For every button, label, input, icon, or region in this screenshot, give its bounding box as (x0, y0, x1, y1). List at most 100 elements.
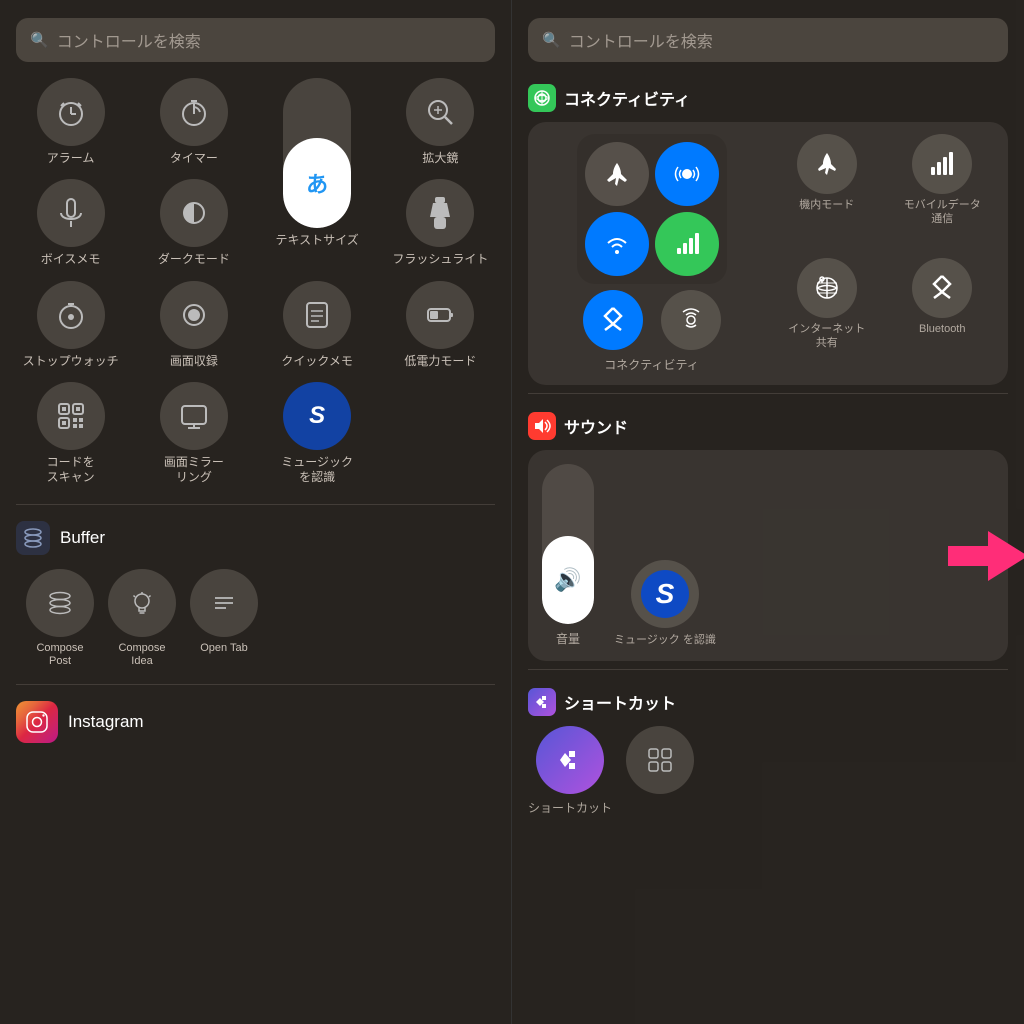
search-icon-right: 🔍 (542, 31, 561, 49)
shortcuts-app-circle (536, 726, 604, 794)
shortcuts-app-item[interactable]: ショートカット (528, 726, 612, 816)
buffer-section: Buffer ComposePost (0, 513, 511, 676)
magnifier-control[interactable]: 拡大鏡 (386, 78, 495, 165)
timer-label: タイマー (170, 151, 218, 165)
pink-arrow (948, 531, 1024, 581)
divider-right-1 (528, 393, 1008, 394)
mirror-control[interactable]: 画面ミラーリング (139, 382, 248, 484)
magnifier-icon-circle (406, 78, 474, 146)
instagram-header: Instagram (16, 701, 495, 743)
scan-code-label: コードをスキャン (47, 455, 95, 484)
shazam-label: ミュージック を認識 (614, 633, 716, 647)
hotspot-inner-btn[interactable] (661, 290, 721, 350)
shortcuts-header: ショートカット (512, 678, 1024, 722)
shortcuts-section-icon (528, 688, 556, 716)
airdrop-btn[interactable] (655, 142, 719, 206)
voice-memo-control[interactable]: ボイスメモ (16, 179, 125, 266)
mirror-label: 画面ミラーリング (164, 455, 224, 484)
connectivity-section-icon (528, 84, 556, 112)
volume-fill: 🔊 (542, 536, 594, 624)
search-icon: 🔍 (30, 31, 49, 49)
mirror-icon-circle (160, 382, 228, 450)
compose-idea-action[interactable]: ComposeIdea (108, 569, 176, 668)
bluetooth-inner-btn[interactable] (583, 290, 643, 350)
volume-slider-track[interactable]: 🔊 (542, 464, 594, 624)
shortcuts-scan-item[interactable] (626, 726, 694, 816)
internet-share-label: インターネット共有 (788, 322, 865, 351)
sound-widget: 🔊 音量 S ミュージック を認識 (528, 450, 1008, 661)
dark-mode-control[interactable]: ダークモード (139, 179, 248, 266)
connectivity-title: コネクティビティ (564, 86, 690, 110)
compose-post-label: ComposePost (36, 642, 83, 668)
volume-icon: 🔊 (554, 567, 581, 593)
divider-1 (16, 504, 495, 505)
alarm-control[interactable]: アラーム (16, 78, 125, 165)
shazam-logo: S (641, 570, 689, 618)
text-size-icon: あ (306, 167, 328, 199)
search-placeholder-right: コントロールを検索 (569, 28, 713, 52)
stopwatch-icon-circle (37, 281, 105, 349)
internet-share-item[interactable]: インターネット共有 (773, 258, 881, 374)
airplane-mode-label: 機内モード (799, 198, 854, 212)
shortcuts-title: ショートカット (564, 690, 676, 714)
search-bar-right[interactable]: 🔍 コントロールを検索 (528, 18, 1008, 62)
stopwatch-control[interactable]: ストップウォッチ (16, 281, 125, 368)
mobile-data-item[interactable]: モバイルデータ通信 (889, 134, 997, 250)
shazam-item[interactable]: S ミュージック を認識 (614, 560, 716, 647)
volume-label: 音量 (556, 630, 580, 647)
text-size-control[interactable]: あ テキストサイズ (263, 78, 372, 267)
compose-idea-icon (108, 569, 176, 637)
flashlight-icon-circle (406, 179, 474, 247)
instagram-icon (16, 701, 58, 743)
alarm-icon-circle (37, 78, 105, 146)
low-power-control[interactable]: 低電力モード (386, 281, 495, 368)
connectivity-widget: コネクティビティ 機内モード (528, 122, 1008, 385)
open-tab-action[interactable]: Open Tab (190, 569, 258, 668)
music-id-label-left: ミュージックを認識 (281, 455, 353, 484)
screen-record-label: 画面収録 (170, 354, 218, 368)
open-tab-icon (190, 569, 258, 637)
search-bar[interactable]: 🔍 コントロールを検索 (16, 18, 495, 62)
music-id-control-left[interactable]: S ミュージックを認識 (263, 382, 372, 484)
quick-memo-control[interactable]: クイックメモ (263, 281, 372, 368)
controls-grid: アラーム タイマー あ テキストサイズ (0, 74, 511, 496)
music-id-icon-circle-left: S (283, 382, 351, 450)
voice-memo-label: ボイスメモ (41, 252, 101, 266)
screen-record-control[interactable]: 画面収録 (139, 281, 248, 368)
screen-record-icon-circle (160, 281, 228, 349)
airplane-mode-item[interactable]: 機内モード (773, 134, 881, 250)
instagram-section: Instagram (0, 693, 511, 751)
connectivity-widget-label: コネクティビティ (604, 356, 699, 373)
sound-header: サウンド (512, 402, 1024, 446)
shazam-circle: S (631, 560, 699, 628)
open-tab-label: Open Tab (200, 642, 248, 655)
cellular-btn[interactable] (655, 212, 719, 276)
flashlight-label: フラッシュライト (392, 252, 488, 266)
timer-icon-circle (160, 78, 228, 146)
compose-post-action[interactable]: ComposePost (26, 569, 94, 668)
flashlight-control[interactable]: フラッシュライト (386, 179, 495, 266)
alarm-label: アラーム (47, 151, 95, 165)
airplane-mode-circle (797, 134, 857, 194)
sound-title: サウンド (564, 414, 628, 438)
low-power-icon-circle (406, 281, 474, 349)
shazam-s-icon: S (656, 578, 675, 610)
volume-slider-container: 🔊 音量 (542, 464, 594, 647)
connectivity-right-group: 機内モード モバイルデータ通信 (773, 134, 996, 373)
quick-memo-icon-circle (283, 281, 351, 349)
compose-post-icon (26, 569, 94, 637)
text-size-label: テキストサイズ (275, 233, 358, 247)
bluetooth-item[interactable]: Bluetooth (889, 258, 997, 374)
connectivity-header: コネクティビティ (512, 74, 1024, 118)
dark-mode-icon-circle (160, 179, 228, 247)
quick-memo-label: クイックメモ (281, 354, 353, 368)
mobile-data-label: モバイルデータ通信 (904, 198, 981, 227)
timer-control[interactable]: タイマー (139, 78, 248, 165)
airplane-mode-btn[interactable] (585, 142, 649, 206)
connectivity-left-group: コネクティビティ (540, 134, 763, 373)
left-panel: 🔍 コントロールを検索 アラーム (0, 0, 512, 1024)
mobile-data-circle (912, 134, 972, 194)
scan-code-control[interactable]: コードをスキャン (16, 382, 125, 484)
buffer-icon (16, 521, 50, 555)
wifi-btn[interactable] (585, 212, 649, 276)
